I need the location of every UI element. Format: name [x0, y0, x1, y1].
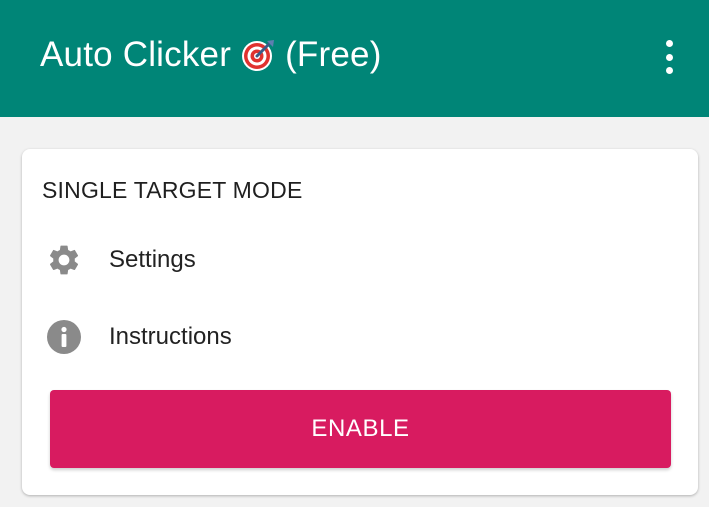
settings-item[interactable]: Settings: [22, 231, 698, 289]
instructions-label: Instructions: [109, 323, 232, 350]
overflow-dot: [665, 67, 673, 74]
more-vert-icon[interactable]: [659, 40, 679, 74]
settings-label: Settings: [109, 246, 196, 273]
enable-button[interactable]: ENABLE: [50, 390, 671, 468]
gear-icon: [46, 242, 82, 278]
overflow-dot: [665, 40, 673, 47]
info-icon: [46, 319, 82, 355]
single-target-card: SINGLE TARGET MODE Settings Instructions…: [22, 149, 698, 495]
app-title-suffix: (Free): [285, 34, 382, 74]
app-title: Auto Clicker (Free): [40, 35, 382, 75]
app-bar: Auto Clicker (Free): [0, 0, 709, 117]
overflow-dot: [665, 53, 673, 61]
app-title-text: Auto Clicker: [40, 34, 232, 74]
target-icon: [242, 39, 275, 71]
instructions-item[interactable]: Instructions: [22, 308, 698, 366]
card-title: SINGLE TARGET MODE: [42, 177, 303, 203]
